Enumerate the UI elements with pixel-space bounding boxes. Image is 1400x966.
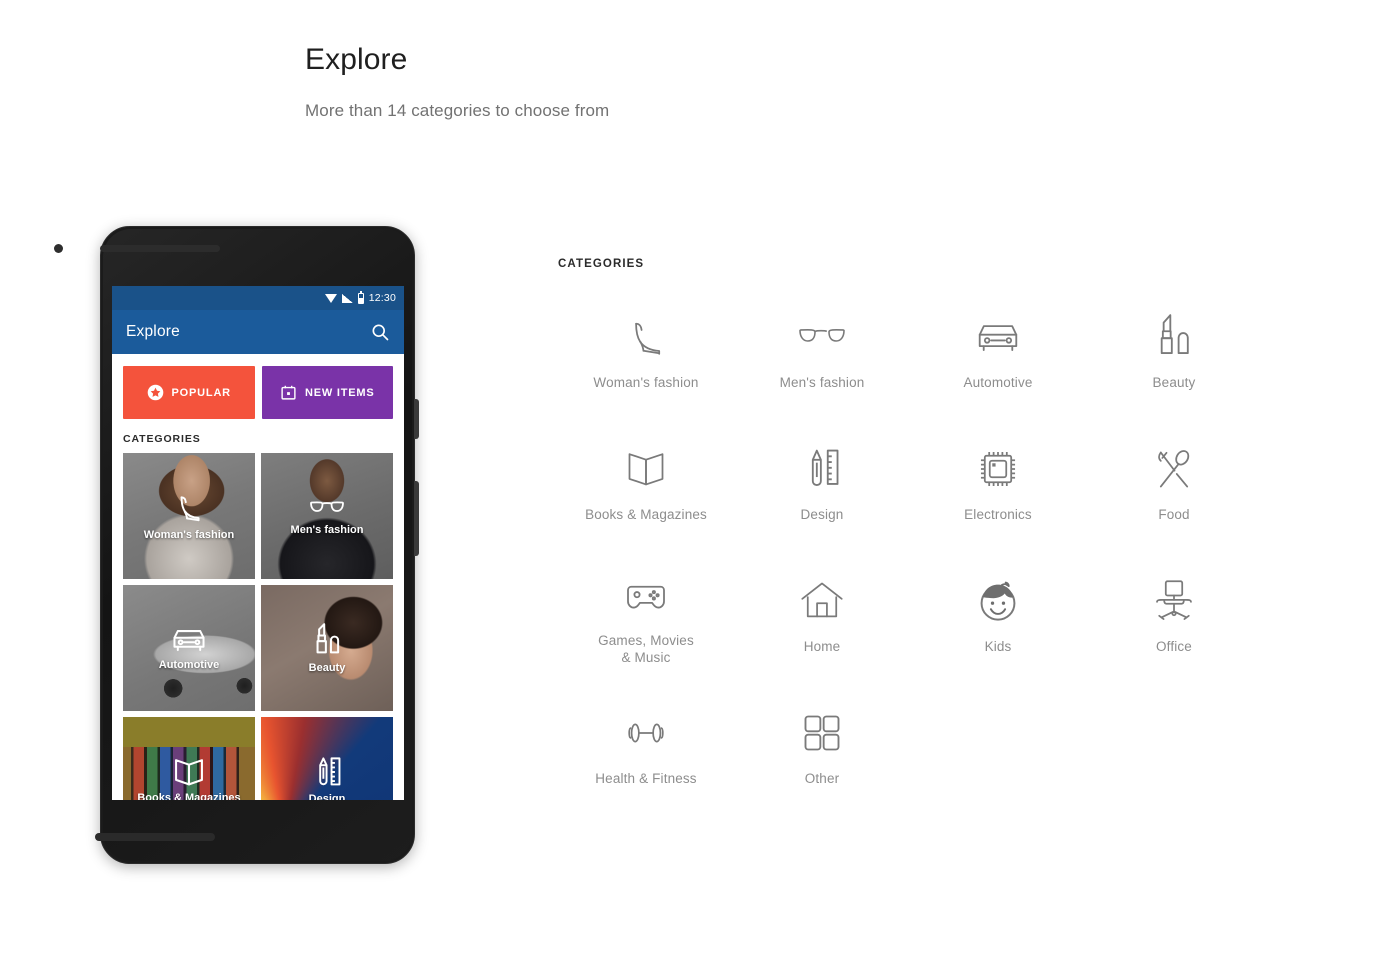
- app-bar-title: Explore: [126, 323, 180, 340]
- tile-beauty[interactable]: Beauty: [261, 585, 393, 711]
- wifi-icon: [324, 293, 337, 303]
- tile-womans-fashion[interactable]: Woman's fashion: [123, 453, 255, 579]
- category-design[interactable]: Design: [734, 446, 910, 534]
- earpiece-speaker: [100, 245, 220, 252]
- category-label: Beauty: [1152, 375, 1196, 390]
- category-health-fitness[interactable]: Health & Fitness: [558, 710, 734, 798]
- phone-category-tiles: Woman's fashion Men's fashion Automotive…: [112, 453, 404, 800]
- pencil-ruler-icon: [802, 446, 842, 492]
- battery-icon: [357, 290, 364, 304]
- tile-automotive[interactable]: Automotive: [123, 585, 255, 711]
- popular-button[interactable]: POPULAR: [123, 366, 255, 419]
- category-home[interactable]: Home: [734, 578, 910, 666]
- search-icon[interactable]: [370, 322, 390, 342]
- sunglasses-icon: [796, 314, 848, 360]
- category-beauty[interactable]: Beauty: [1086, 314, 1262, 402]
- new-items-button-label: NEW ITEMS: [304, 386, 375, 399]
- tile-mens-fashion[interactable]: Men's fashion: [261, 453, 393, 579]
- car-icon: [170, 625, 208, 655]
- tile-books-magazines[interactable]: Books & Magazines: [123, 717, 255, 800]
- page-subtitle: More than 14 categories to choose from: [305, 101, 610, 120]
- categories-panel: CATEGORIES Woman's fashion Men's fashion…: [558, 258, 1258, 798]
- lipstick-icon: [1154, 314, 1194, 360]
- open-book-icon: [171, 756, 207, 788]
- tile-label: Books & Magazines: [137, 792, 241, 800]
- category-label: Woman's fashion: [593, 375, 699, 390]
- office-chair-icon: [1152, 578, 1196, 624]
- category-label: Food: [1158, 507, 1190, 522]
- category-label: Books & Magazines: [585, 507, 707, 522]
- high-heel-icon: [172, 491, 206, 525]
- calendar-icon: [280, 384, 297, 401]
- quick-actions: POPULAR NEW ITEMS: [112, 354, 404, 419]
- category-label: Design: [800, 507, 844, 522]
- categories-grid: Woman's fashion Men's fashion Automotive…: [558, 314, 1258, 798]
- tile-design[interactable]: Design: [261, 717, 393, 800]
- tile-label: Woman's fashion: [143, 529, 235, 541]
- category-label: Games, Movies & Music: [598, 633, 694, 665]
- bottom-speaker: [95, 833, 215, 841]
- phone-screen: 12:30 Explore POPULAR NEW ITEMS CATEGORI…: [112, 286, 404, 800]
- sunglasses-icon: [307, 496, 347, 520]
- four-squares-icon: [800, 710, 844, 756]
- category-label: Electronics: [964, 507, 1032, 522]
- new-items-button[interactable]: NEW ITEMS: [261, 366, 393, 419]
- popular-button-label: POPULAR: [171, 386, 231, 399]
- front-camera-icon: [54, 244, 63, 253]
- tile-label: Automotive: [158, 659, 220, 671]
- category-office[interactable]: Office: [1086, 578, 1262, 666]
- tile-label: Beauty: [308, 662, 346, 674]
- category-label: Men's fashion: [779, 375, 865, 390]
- category-other[interactable]: Other: [734, 710, 910, 798]
- category-food[interactable]: Food: [1086, 446, 1262, 534]
- open-book-icon: [624, 446, 668, 492]
- volume-button[interactable]: [414, 481, 419, 556]
- category-label: Home: [803, 639, 841, 654]
- lipstick-icon: [311, 622, 343, 658]
- category-label: Automotive: [963, 375, 1033, 390]
- category-kids[interactable]: Kids: [910, 578, 1086, 666]
- category-label: Health & Fitness: [595, 771, 697, 786]
- fork-spoon-icon: [1152, 446, 1196, 492]
- house-icon: [799, 578, 845, 624]
- star-badge-icon: [147, 384, 164, 401]
- status-bar: 12:30: [112, 286, 404, 310]
- category-label: Kids: [984, 639, 1012, 654]
- category-mens-fashion[interactable]: Men's fashion: [734, 314, 910, 402]
- child-face-icon: [975, 578, 1021, 624]
- category-label: Other: [804, 771, 840, 786]
- app-bar: Explore: [112, 310, 404, 354]
- gamepad-icon: [622, 578, 670, 618]
- category-womans-fashion[interactable]: Woman's fashion: [558, 314, 734, 402]
- car-icon: [974, 314, 1022, 360]
- status-bar-time: 12:30: [368, 292, 396, 304]
- category-books-magazines[interactable]: Books & Magazines: [558, 446, 734, 534]
- category-automotive[interactable]: Automotive: [910, 314, 1086, 402]
- tile-label: Design: [308, 793, 346, 800]
- signal-icon: [341, 293, 353, 303]
- dumbbell-icon: [622, 710, 670, 756]
- categories-heading: CATEGORIES: [558, 258, 645, 270]
- microchip-icon: [976, 446, 1020, 492]
- pencil-ruler-icon: [311, 755, 343, 789]
- category-games-movies-music[interactable]: Games, Movies & Music: [558, 578, 734, 666]
- power-button[interactable]: [414, 399, 419, 439]
- tile-label: Men's fashion: [290, 524, 364, 536]
- high-heel-icon: [624, 314, 668, 360]
- page-title: Explore: [305, 43, 408, 76]
- category-electronics[interactable]: Electronics: [910, 446, 1086, 534]
- phone-categories-label: CATEGORIES: [123, 433, 201, 445]
- explore-page: Explore More than 14 categories to choos…: [0, 0, 1400, 966]
- category-label: Office: [1156, 639, 1192, 654]
